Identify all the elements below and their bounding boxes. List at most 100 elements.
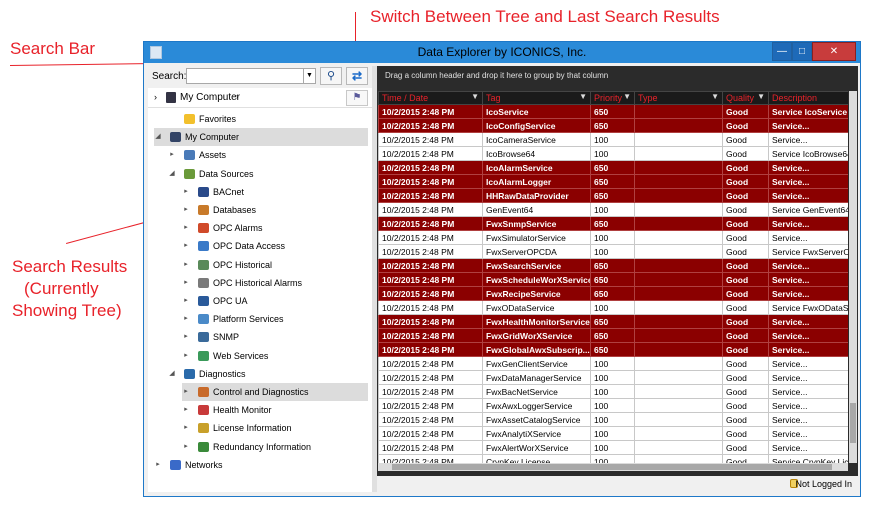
expand-toggle-icon[interactable]: ◢ bbox=[154, 128, 162, 146]
table-row[interactable]: 10/2/2015 2:48 PM GenEvent64 100 Good Servic… bbox=[378, 202, 848, 217]
search-button[interactable]: ⚲ bbox=[320, 67, 342, 85]
expand-toggle-icon[interactable]: ◢ bbox=[168, 165, 176, 183]
table-row[interactable]: 10/2/2015 2:48 PM FwxGenClientService 100 G… bbox=[378, 356, 848, 371]
table-row[interactable]: 10/2/2015 2:48 PM FwxAssetCatalogService 1… bbox=[378, 412, 848, 427]
tree-item[interactable]: ▸ Web Services bbox=[182, 347, 368, 365]
column-header[interactable]: Quality ▼ bbox=[722, 91, 769, 105]
pin-button[interactable]: ⚑ bbox=[346, 90, 368, 106]
tree-item[interactable]: ▸ OPC Historical Alarms bbox=[182, 274, 368, 292]
table-row[interactable]: 10/2/2015 2:48 PM IcoBrowse64 100 Good Servi… bbox=[378, 146, 848, 161]
tree-item[interactable]: ▸ OPC UA bbox=[182, 292, 368, 310]
close-button[interactable]: ✕ bbox=[812, 42, 856, 61]
table-row[interactable]: 10/2/2015 2:48 PM IcoAlarmService 650 Good S… bbox=[378, 160, 848, 175]
breadcrumb-item-my-computer[interactable]: My Computer bbox=[180, 92, 240, 103]
filter-icon[interactable]: ▼ bbox=[847, 92, 848, 101]
breadcrumb-chevron-icon[interactable]: › bbox=[236, 92, 239, 101]
tree-item[interactable]: ▸ OPC Historical bbox=[182, 256, 368, 274]
table-row[interactable]: 10/2/2015 2:48 PM FwxHealthMonitorService… bbox=[378, 314, 848, 329]
tree-item[interactable]: Favorites bbox=[168, 110, 368, 128]
filter-icon[interactable]: ▼ bbox=[623, 92, 631, 101]
window-title: Data Explorer by ICONICS, Inc. bbox=[417, 45, 587, 59]
tree-item[interactable]: ▸ OPC Data Access bbox=[182, 237, 368, 255]
filter-icon[interactable]: ▼ bbox=[471, 92, 479, 101]
horizontal-scrollbar[interactable] bbox=[378, 463, 848, 471]
vertical-scroll-thumb[interactable] bbox=[850, 403, 856, 443]
expand-toggle-icon[interactable]: ▸ bbox=[182, 401, 190, 419]
expand-toggle-icon[interactable]: ▸ bbox=[154, 456, 162, 474]
table-row[interactable]: 10/2/2015 2:48 PM IcoService 650 Good Servic… bbox=[378, 104, 848, 119]
expand-toggle-icon[interactable]: ▸ bbox=[182, 419, 190, 437]
tree-item[interactable]: ▸ OPC Alarms bbox=[182, 219, 368, 237]
expand-toggle-icon[interactable]: ▸ bbox=[182, 328, 190, 346]
tree-item-label: Networks bbox=[185, 459, 223, 470]
filter-icon[interactable]: ▼ bbox=[757, 92, 765, 101]
cell-priority: 100 bbox=[590, 370, 635, 385]
expand-toggle-icon[interactable]: ▸ bbox=[182, 274, 190, 292]
expand-toggle-icon[interactable]: ▸ bbox=[182, 438, 190, 456]
table-row[interactable]: 10/2/2015 2:48 PM FwxODataService 100 Good S… bbox=[378, 300, 848, 315]
expand-toggle-icon[interactable]: ▸ bbox=[182, 183, 190, 201]
expand-toggle-icon[interactable]: ▸ bbox=[182, 237, 190, 255]
tree-item[interactable]: ◢ Diagnostics bbox=[168, 365, 368, 383]
table-row[interactable]: 10/2/2015 2:48 PM FwxSearchService 650 Good… bbox=[378, 258, 848, 273]
minimize-button[interactable]: — bbox=[772, 42, 792, 61]
tree-item-label: Assets bbox=[199, 150, 227, 161]
tree-item[interactable]: ◢ Data Sources bbox=[168, 165, 368, 183]
tree-item[interactable]: ▸ SNMP bbox=[182, 328, 368, 346]
tree-item[interactable]: ▸ Health Monitor bbox=[182, 401, 368, 419]
tree-item[interactable]: ▸ Redundancy Information bbox=[182, 438, 368, 456]
table-row[interactable]: 10/2/2015 2:48 PM IcoConfigService 650 Good… bbox=[378, 118, 848, 133]
filter-icon[interactable]: ▼ bbox=[711, 92, 719, 101]
tree-item[interactable]: ◢ My Computer bbox=[154, 128, 368, 147]
expand-toggle-icon[interactable]: ▸ bbox=[182, 383, 190, 401]
expand-toggle-icon[interactable]: ▸ bbox=[182, 310, 190, 328]
expand-toggle-icon[interactable]: ▸ bbox=[182, 201, 190, 219]
expand-toggle-icon[interactable]: ▸ bbox=[182, 292, 190, 310]
table-row[interactable]: 10/2/2015 2:48 PM FwxDataManagerService 10… bbox=[378, 370, 848, 385]
column-header[interactable]: Priority ▼ bbox=[590, 91, 635, 105]
expand-toggle-icon[interactable]: ◢ bbox=[168, 365, 176, 383]
table-row[interactable]: 10/2/2015 2:48 PM FwxRecipeService 650 Good… bbox=[378, 286, 848, 301]
horizontal-scroll-thumb[interactable] bbox=[392, 464, 832, 470]
tree-item[interactable]: ▸ Control and Diagnostics bbox=[182, 383, 368, 401]
search-dropdown-icon[interactable]: ▼ bbox=[304, 68, 316, 84]
table-row[interactable]: 10/2/2015 2:48 PM FwxBacNetService 100 Good… bbox=[378, 384, 848, 399]
title-bar[interactable]: Data Explorer by ICONICS, Inc. — □ ✕ bbox=[144, 42, 860, 63]
cell-desc: Service... bbox=[768, 230, 848, 245]
tree-item[interactable]: ▸ Networks bbox=[154, 456, 368, 474]
search-input[interactable] bbox=[186, 68, 304, 84]
tree-item[interactable]: ▸ Databases bbox=[182, 201, 368, 219]
switch-tree-results-button[interactable]: ⇄ bbox=[346, 67, 368, 85]
column-header[interactable]: Time / Date ▼ bbox=[378, 91, 483, 105]
expand-toggle-icon[interactable]: ▸ bbox=[182, 256, 190, 274]
tree-item[interactable]: ▸ Platform Services bbox=[182, 310, 368, 328]
table-row[interactable]: 10/2/2015 2:48 PM FwxAnalytiXService 100 Go… bbox=[378, 426, 848, 441]
table-row[interactable]: 10/2/2015 2:48 PM FwxScheduleWorXService 6… bbox=[378, 272, 848, 287]
column-header[interactable]: Type ▼ bbox=[634, 91, 723, 105]
expand-toggle-icon[interactable]: ▸ bbox=[182, 219, 190, 237]
table-row[interactable]: 10/2/2015 2:48 PM IcoCameraService 100 Good… bbox=[378, 132, 848, 147]
vertical-scrollbar[interactable] bbox=[849, 91, 857, 463]
column-header[interactable]: Description ▼ bbox=[768, 91, 848, 105]
table-row[interactable]: 10/2/2015 2:48 PM IcoAlarmLogger 650 Good Se… bbox=[378, 174, 848, 189]
table-row[interactable]: 10/2/2015 2:48 PM FwxAwxLoggerService 100 G… bbox=[378, 398, 848, 413]
expand-toggle-icon[interactable]: ▸ bbox=[168, 146, 176, 164]
cell-time: 10/2/2015 2:48 PM bbox=[378, 356, 483, 371]
table-row[interactable]: 10/2/2015 2:48 PM FwxSnmpService 650 Good Se… bbox=[378, 216, 848, 231]
table-row[interactable]: 10/2/2015 2:48 PM FwxServerOPCDA 100 Good Se… bbox=[378, 244, 848, 259]
expand-toggle-icon[interactable]: ▸ bbox=[182, 347, 190, 365]
maximize-button[interactable]: □ bbox=[792, 42, 812, 61]
table-row[interactable]: 10/2/2015 2:48 PM FwxGlobalAwxSubscrip...… bbox=[378, 342, 848, 357]
table-row[interactable]: 10/2/2015 2:48 PM CrypKey License 100 Good S… bbox=[378, 454, 848, 463]
table-row[interactable]: 10/2/2015 2:48 PM FwxAlertWorXService 100 G… bbox=[378, 440, 848, 455]
table-row[interactable]: 10/2/2015 2:48 PM FwxGridWorXService 650 Go… bbox=[378, 328, 848, 343]
table-row[interactable]: 10/2/2015 2:48 PM HHRawDataProvider 650 Goo… bbox=[378, 188, 848, 203]
tree-item[interactable]: ▸ License Information bbox=[182, 419, 368, 437]
table-row[interactable]: 10/2/2015 2:48 PM FwxSimulatorService 100 G… bbox=[378, 230, 848, 245]
filter-icon[interactable]: ▼ bbox=[579, 92, 587, 101]
login-status[interactable]: Not Logged In bbox=[795, 479, 852, 489]
tree-item[interactable]: ▸ BACnet bbox=[182, 183, 368, 201]
column-header[interactable]: Tag ▼ bbox=[482, 91, 591, 105]
breadcrumb-expand-icon[interactable]: › bbox=[154, 92, 157, 102]
tree-item[interactable]: ▸ Assets bbox=[168, 146, 368, 164]
